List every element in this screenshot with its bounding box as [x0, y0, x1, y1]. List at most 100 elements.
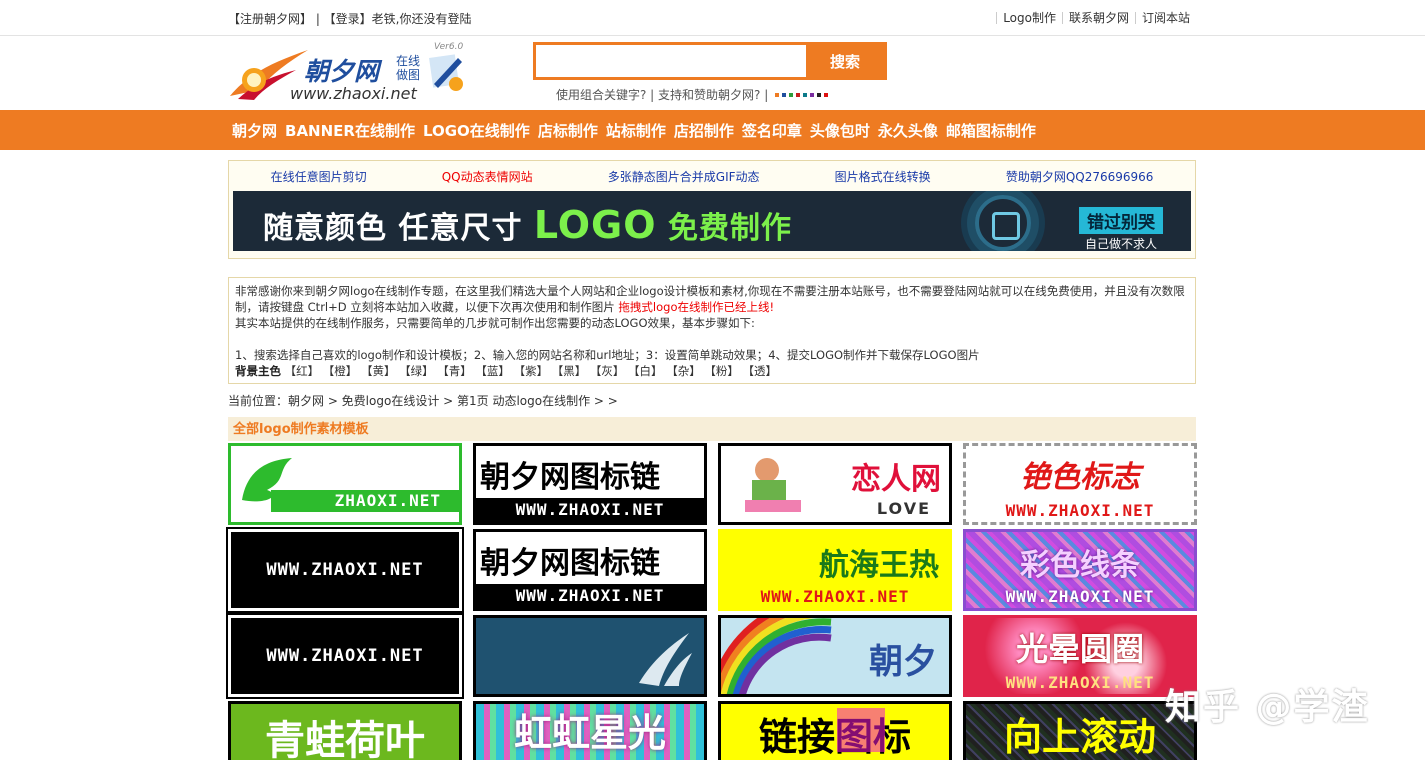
logo-template-tile[interactable]: WWW.ZHAOXI.NET [226, 613, 464, 699]
bg-color-options[interactable]: 【红】 【橙】 【黄】 【绿】 【青】 【蓝】 【紫】 【黑】 【灰】 【白】 … [285, 364, 777, 378]
logo-template-tile[interactable]: 链接图标 [718, 701, 952, 760]
quick-links-box: 在线任意图片剪切 QQ动态表情网站 多张静态图片合并成GIF动态 图片格式在线转换 赞助… [228, 160, 1196, 259]
logo-template-tile[interactable]: 朝夕网图标链 WWW.ZHAOXI.NET [473, 443, 707, 525]
nav-item[interactable]: BANNER在线制作 [281, 120, 419, 141]
logo-template-tile[interactable]: 铯色标志 WWW.ZHAOXI.NET [963, 443, 1197, 525]
logo-main-text: 朝夕网 [304, 57, 380, 86]
quick-link[interactable]: 多张静态图片合并成GIF动态 [608, 168, 760, 185]
logo-template-tile[interactable] [473, 615, 707, 697]
search-button[interactable]: 搜索 [806, 42, 884, 80]
color-swatch[interactable] [782, 92, 787, 97]
top-bar: 【注册朝夕网】 | 【登录】老铁,你还没有登陆 Logo制作 联系朝夕网 订阅本… [0, 0, 1425, 36]
intro-paragraph-1: 非常感谢你来到朝夕网logo在线制作专题，在这里我们精选大量个人网站和企业log… [235, 283, 1189, 315]
tile-title: WWW.ZHAOXI.NET [266, 560, 424, 580]
watermark: 知乎 @学渣 [1165, 687, 1370, 728]
logo-template-tile[interactable]: 彩色线条 WWW.ZHAOXI.NET [963, 529, 1197, 611]
bg-color-label: 背景主色 [235, 364, 281, 378]
tile-title: 铯色标志 [1020, 460, 1140, 495]
tile-title: 朝夕网图标链 [480, 460, 660, 495]
promo-banner[interactable]: 随意颜色 任意尺寸 LOGO 免费制作 错过别哭 自己做不求人 [233, 191, 1191, 251]
logo-tag-2: 做图 [396, 68, 421, 82]
banner-headline: 随意颜色 任意尺寸 LOGO 免费制作 [263, 203, 792, 247]
intro-box: 非常感谢你来到朝夕网logo在线制作专题，在这里我们精选大量个人网站和企业log… [228, 277, 1196, 384]
banner-text-logo: LOGO [533, 203, 657, 247]
tile-subtitle: LOVE [876, 499, 931, 518]
logo-template-tile[interactable]: 向上滚动 [963, 701, 1197, 760]
intro-paragraph-2: 其实本站提供的在线制作服务，只需要简单的几步就可制作出您需要的动态LOGO效果，… [235, 316, 755, 330]
tile-title: 航海王热 [819, 548, 939, 583]
tile-subtitle: WWW.ZHAOXI.NET [515, 586, 665, 605]
color-swatch[interactable] [810, 92, 815, 97]
tile-subtitle: WWW.ZHAOXI.NET [1005, 587, 1155, 606]
tile-title: 朝夕 [869, 642, 937, 682]
color-swatch[interactable] [803, 92, 808, 97]
banner-tag: 错过别哭 [1079, 207, 1163, 234]
color-swatch[interactable] [796, 92, 801, 97]
logo-template-tile[interactable]: 青蛙荷叶 [228, 701, 462, 760]
search-box: 搜索 [533, 42, 887, 80]
tile-subtitle: WWW.ZHAOXI.NET [1005, 673, 1155, 692]
nav-item[interactable]: 站标制作 [602, 120, 670, 141]
intro-steps: 1、搜索选择自己喜欢的logo制作和设计模板；2、输入您的网站名称和url地址；… [235, 348, 980, 362]
top-link-contact[interactable]: 联系朝夕网 [1061, 12, 1135, 24]
section-title: 全部logo制作素材模板 [228, 417, 1196, 441]
logo-template-tile[interactable]: ZHAOXI.NET [228, 443, 462, 525]
tile-title: 青蛙荷叶 [265, 718, 425, 760]
color-swatch[interactable] [789, 92, 794, 97]
top-link-logo[interactable]: Logo制作 [996, 12, 1062, 24]
tile-title: 向上滚动 [1003, 715, 1156, 759]
circuit-icon [975, 195, 1031, 251]
tile-title: ZHAOXI.NET [334, 491, 441, 510]
logo-template-tile[interactable]: WWW.ZHAOXI.NET [226, 527, 464, 613]
logo-template-tile[interactable]: 光晕圆圈 WWW.ZHAOXI.NET [963, 615, 1197, 697]
logo-template-tile[interactable]: 朝夕 [718, 615, 952, 697]
site-logo[interactable]: 朝夕网 在线 做图 Ver6.0 www.zhaoxi.net [228, 42, 473, 104]
nav-item[interactable]: 店标制作 [534, 120, 602, 141]
search-hint-text[interactable]: 使用组合关键字? | 支持和赞助朝夕网? | [556, 86, 768, 103]
rainbow-icon [721, 618, 832, 694]
template-grid: ZHAOXI.NET 朝夕网图标链 WWW.ZHAOXI.NET 恋人网 LOVE… [226, 443, 1197, 760]
quick-link[interactable]: 图片格式在线转换 [835, 168, 931, 185]
logo-template-tile[interactable]: 恋人网 LOVE [718, 443, 952, 525]
highlight-block [837, 708, 885, 752]
nav-item[interactable]: 邮箱图标制作 [942, 120, 1040, 141]
nav-item[interactable]: LOGO在线制作 [419, 120, 534, 141]
banner-subtext: 自己做不求人 [1084, 237, 1157, 251]
quick-link[interactable]: 在线任意图片剪切 [271, 168, 367, 185]
main-nav: 朝夕网 BANNER在线制作 LOGO在线制作 店标制作 站标制作 店招制作 签名印章 头像包… [0, 110, 1425, 150]
tile-subtitle: WWW.ZHAOXI.NET [1005, 501, 1155, 520]
search-input[interactable] [536, 45, 808, 77]
breadcrumb[interactable]: 当前位置：朝夕网 > 免费logo在线设计 > 第1页 动态logo在线制作 >… [228, 392, 1196, 410]
nav-item[interactable]: 朝夕网 [228, 120, 281, 141]
nav-item[interactable]: 店招制作 [670, 120, 738, 141]
tile-title: 链接图标 [758, 715, 911, 759]
nav-item[interactable]: 签名印章 [738, 120, 806, 141]
quick-link[interactable]: QQ动态表情网站 [442, 168, 533, 185]
color-swatch[interactable] [817, 92, 822, 97]
login-status[interactable]: 【注册朝夕网】 | 【登录】老铁,你还没有登陆 [228, 10, 472, 27]
top-links: Logo制作 联系朝夕网 订阅本站 [996, 12, 1196, 24]
logo-template-tile[interactable]: 航海王热 WWW.ZHAOXI.NET [718, 529, 952, 611]
tile-subtitle: WWW.ZHAOXI.NET [760, 587, 910, 606]
color-swatch[interactable] [824, 92, 829, 97]
bg-color-filter: 背景主色 【红】 【橙】 【黄】 【绿】 【青】 【蓝】 【紫】 【黑】 【灰】… [235, 363, 1189, 379]
swoosh-icon [639, 633, 692, 686]
top-link-subscribe[interactable]: 订阅本站 [1134, 12, 1196, 24]
tile-title: 彩色线条 [1020, 548, 1140, 583]
tile-subtitle: WWW.ZHAOXI.NET [515, 500, 665, 519]
logo-template-tile[interactable]: 虹虹星光 [473, 701, 707, 760]
color-swatch[interactable] [775, 92, 780, 97]
quick-links: 在线任意图片剪切 QQ动态表情网站 多张静态图片合并成GIF动态 图片格式在线转换 赞助… [233, 165, 1191, 187]
color-swatches [775, 92, 829, 97]
quick-link[interactable]: 赞助朝夕网QQ276696966 [1006, 168, 1154, 185]
nav-item[interactable]: 永久头像 [874, 120, 942, 141]
girl-illustration-icon [745, 458, 801, 512]
banner-text-3: 免费制作 [656, 211, 793, 246]
logo-template-tile[interactable]: 朝夕网图标链 WWW.ZHAOXI.NET [473, 529, 707, 611]
intro-drag-link[interactable]: 拖拽式logo在线制作已经上线! [618, 300, 774, 314]
search-hint: 使用组合关键字? | 支持和赞助朝夕网? | [556, 86, 829, 103]
logo-url: www.zhaoxi.net [290, 84, 417, 103]
nav-item[interactable]: 头像包时 [806, 120, 874, 141]
logo-version: Ver6.0 [434, 42, 464, 52]
tile-title: 朝夕网图标链 [480, 546, 660, 581]
